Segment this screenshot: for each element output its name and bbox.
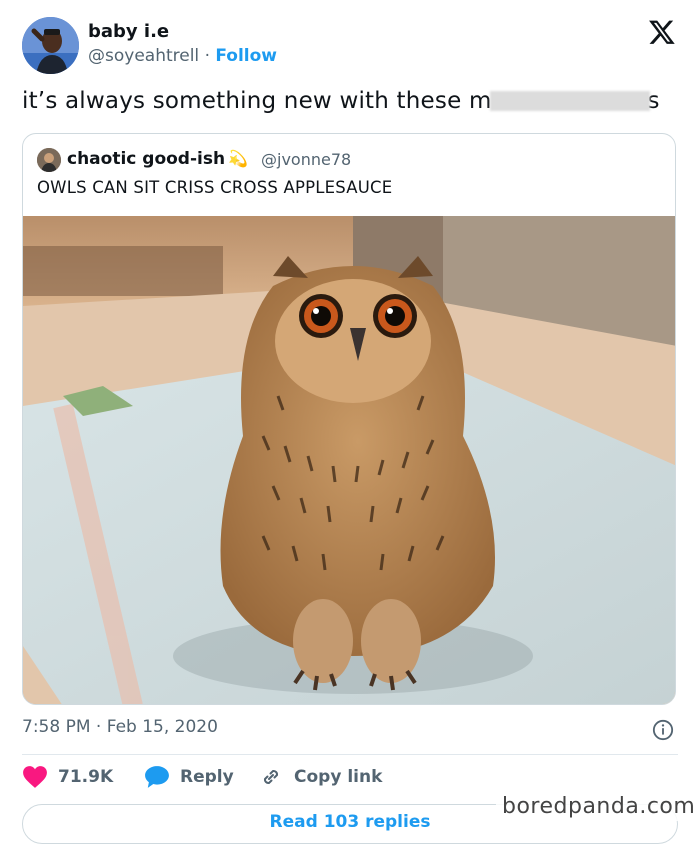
like-count: 71.9K bbox=[58, 767, 114, 787]
like-button[interactable]: 71.9K bbox=[22, 765, 113, 789]
dizzy-star-icon: 💫 bbox=[228, 149, 249, 168]
quoted-tweet-text: OWLS CAN SIT CRISS CROSS APPLESAUCE bbox=[37, 178, 393, 197]
quoted-author-name[interactable]: chaotic good-ish 💫 bbox=[67, 149, 248, 169]
heart-icon bbox=[23, 766, 47, 788]
divider bbox=[22, 754, 678, 755]
tweet-text-start: it’s always something new with these m bbox=[22, 88, 492, 114]
redaction-blur bbox=[489, 91, 650, 111]
info-icon[interactable] bbox=[652, 719, 674, 741]
owl-photo[interactable] bbox=[23, 216, 676, 705]
quoted-author-name-text: chaotic good-ish bbox=[67, 149, 226, 169]
tweet-text: it’s always something new with these ms bbox=[22, 88, 660, 114]
quoted-author-handle[interactable]: @jvonne78 bbox=[261, 150, 351, 169]
follow-button[interactable]: Follow bbox=[215, 46, 277, 66]
x-logo-icon[interactable] bbox=[648, 18, 676, 46]
handle-separator: · bbox=[204, 46, 210, 66]
reply-label: Reply bbox=[180, 767, 234, 787]
link-icon bbox=[263, 769, 279, 785]
author-avatar[interactable] bbox=[22, 17, 79, 74]
reply-button[interactable]: Reply bbox=[144, 765, 234, 789]
watermark: boredpanda.com bbox=[496, 792, 700, 821]
tweet-timestamp[interactable]: 7:58 PM · Feb 15, 2020 bbox=[22, 717, 218, 737]
copy-link-label: Copy link bbox=[294, 767, 383, 787]
copy-link-button[interactable]: Copy link bbox=[258, 765, 382, 789]
author-handle-line: @soyeahtrell · Follow bbox=[88, 46, 277, 66]
quoted-author-avatar[interactable] bbox=[37, 148, 61, 172]
author-name[interactable]: baby i.e bbox=[88, 21, 169, 42]
speech-bubble-icon bbox=[145, 766, 169, 788]
tweet-date: Feb 15, 2020 bbox=[106, 717, 218, 737]
timestamp-separator: · bbox=[95, 717, 102, 737]
tweet-time: 7:58 PM bbox=[22, 717, 91, 737]
quoted-tweet-card[interactable]: chaotic good-ish 💫 @jvonne78 OWLS CAN SIT… bbox=[22, 133, 676, 705]
author-handle[interactable]: @soyeahtrell bbox=[88, 46, 199, 66]
